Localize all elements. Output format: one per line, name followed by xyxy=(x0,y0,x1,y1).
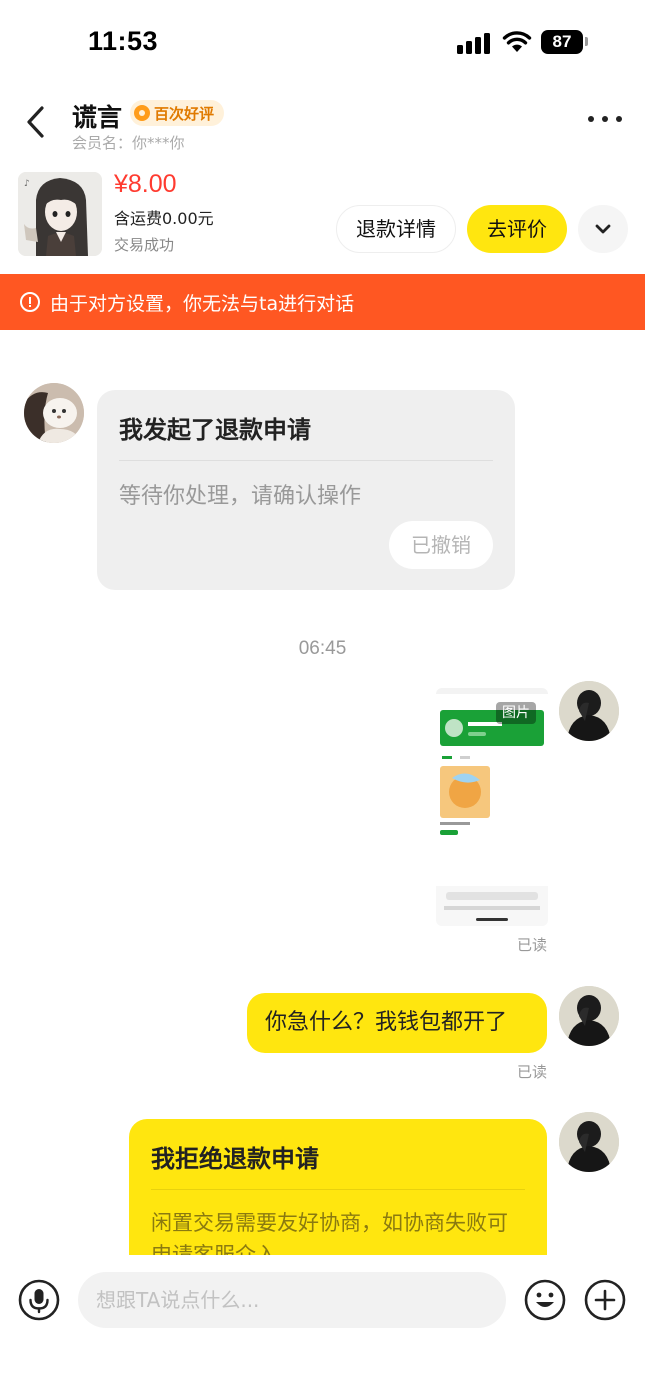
revoked-status-button: 已撤销 xyxy=(389,521,493,569)
review-button[interactable]: 去评价 xyxy=(467,205,567,253)
expand-button[interactable] xyxy=(578,205,628,253)
contact-name[interactable]: 谎言 xyxy=(72,98,122,134)
image-message[interactable]: 图片 xyxy=(436,688,548,926)
trade-status: 交易成功 xyxy=(114,236,175,254)
chevron-down-icon xyxy=(595,224,611,234)
card-description: 等待你处理，请确认操作 xyxy=(119,484,362,509)
chat-messages[interactable]: 我发起了退款申请 等待你处理，请确认操作 已撤销 06:45 图片 已读 你急什… xyxy=(0,330,645,1255)
input-bar xyxy=(0,1255,645,1398)
product-shipping: 含运费0.00元 xyxy=(114,209,214,228)
warning-banner: 由于对方设置，你无法与ta进行对话 xyxy=(0,274,645,330)
timestamp: 06:45 xyxy=(298,638,347,659)
member-label: 会员名：你***你 xyxy=(72,134,185,152)
more-horizontal-icon[interactable] xyxy=(588,112,622,126)
status-time: 11:53 xyxy=(88,26,159,56)
refund-reject-card[interactable]: 我拒绝退款申请 闲置交易需要友好协商，如协商失败可申请客服介入 xyxy=(129,1119,547,1255)
text-message-bubble[interactable]: 你急什么？我钱包都开了 xyxy=(247,993,547,1053)
review-badge[interactable]: 百次好评 xyxy=(130,100,225,126)
card-title: 我拒绝退款申请 xyxy=(151,1145,319,1173)
warning-text: 由于对方设置，你无法与ta进行对话 xyxy=(50,292,355,315)
svg-text:♪: ♪ xyxy=(24,179,30,189)
status-bar: 11:53 87 xyxy=(0,0,645,86)
avatar[interactable] xyxy=(559,986,619,1046)
read-receipt: 已读 xyxy=(517,936,548,954)
image-tag: 图片 xyxy=(496,702,536,724)
battery-tip xyxy=(585,37,588,46)
alert-circle-icon xyxy=(20,292,40,312)
refund-detail-button[interactable]: 退款详情 xyxy=(336,205,456,253)
chevron-left-icon[interactable] xyxy=(20,102,52,142)
emoji-icon[interactable] xyxy=(524,1279,566,1321)
card-title: 我发起了退款申请 xyxy=(119,416,311,444)
microphone-icon[interactable] xyxy=(18,1279,60,1321)
chat-header: 谎言 百次好评 会员名：你***你 xyxy=(0,86,645,176)
avatar[interactable] xyxy=(559,1112,619,1172)
read-receipt: 已读 xyxy=(517,1063,548,1081)
avatar[interactable] xyxy=(559,681,619,741)
refund-request-card[interactable]: 我发起了退款申请 等待你处理，请确认操作 已撤销 xyxy=(97,390,515,590)
battery-icon: 87 xyxy=(541,30,583,54)
avatar[interactable] xyxy=(24,383,84,443)
message-input[interactable] xyxy=(78,1272,506,1328)
review-badge-label: 百次好评 xyxy=(154,104,215,123)
wifi-icon xyxy=(502,31,532,52)
cellular-signal-icon xyxy=(457,32,491,54)
plus-circle-icon[interactable] xyxy=(584,1279,626,1321)
product-bar: ♪ ¥8.00 含运费0.00元 交易成功 退款详情 去评价 xyxy=(0,168,645,274)
divider xyxy=(119,460,493,461)
product-price: ¥8.00 xyxy=(114,170,177,198)
product-thumbnail[interactable]: ♪ xyxy=(18,172,102,256)
card-description: 闲置交易需要友好协商，如协商失败可申请客服介入 xyxy=(151,1211,508,1255)
coin-icon xyxy=(134,105,150,121)
divider xyxy=(151,1189,525,1190)
